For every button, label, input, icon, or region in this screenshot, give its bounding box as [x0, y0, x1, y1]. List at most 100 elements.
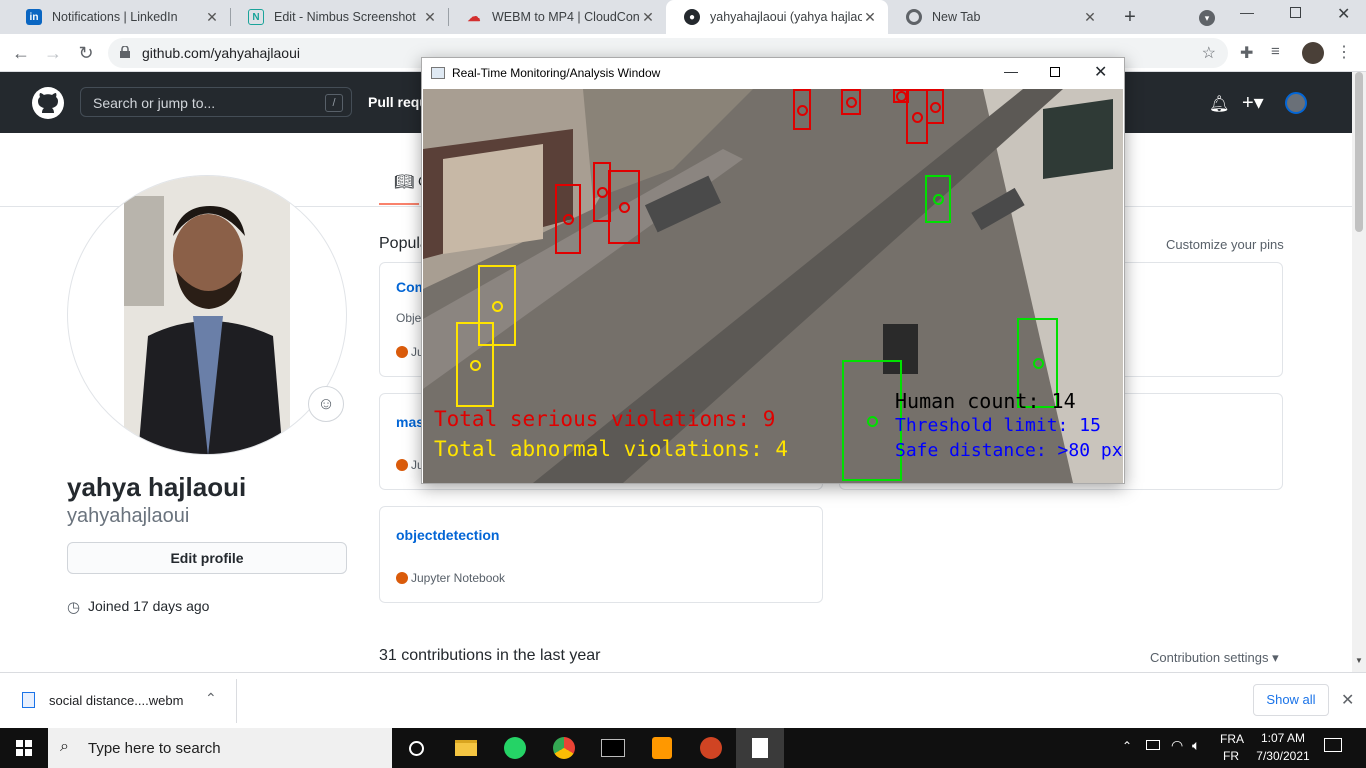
language-color-dot — [396, 459, 408, 471]
tab-title: Edit - Nimbus Screenshot — [274, 10, 416, 24]
centroid-marker — [797, 104, 808, 116]
minimize-icon[interactable]: — — [1240, 4, 1254, 20]
repo-title-link[interactable]: objectdetection — [396, 527, 499, 543]
centroid-marker — [597, 187, 608, 198]
centroid-marker — [912, 111, 923, 123]
chrome-icon[interactable] — [540, 728, 588, 768]
clock-time[interactable]: 1:07 AM — [1258, 731, 1308, 745]
minimize-icon[interactable]: — — [1004, 63, 1018, 79]
language-label: Jupyter Notebook — [411, 571, 506, 585]
customize-pins-link[interactable]: Customize your pins — [1166, 237, 1284, 252]
lock-icon — [120, 46, 130, 58]
safe-person-box — [925, 175, 951, 223]
serious-violation-box — [926, 89, 944, 124]
battery-icon[interactable] — [1146, 740, 1160, 750]
tab-github[interactable]: ● yahyahajlaoui (yahya hajlaou ✕ — [666, 0, 888, 34]
user-avatar-icon[interactable] — [1285, 92, 1307, 114]
close-icon[interactable]: ✕ — [422, 9, 438, 26]
tab-linkedin[interactable]: in Notifications | LinkedIn ✕ — [8, 0, 230, 34]
bookmark-star-icon[interactable]: ☆ — [1202, 43, 1216, 63]
close-icon[interactable]: ✕ — [204, 9, 220, 26]
bell-icon[interactable]: 🔔︎ — [1209, 94, 1229, 114]
powerpoint-icon[interactable] — [687, 728, 735, 768]
forward-icon[interactable]: → — [42, 42, 64, 64]
nav-pull-requests[interactable]: Pull requ — [368, 94, 428, 110]
wifi-icon[interactable]: ◠ — [1171, 737, 1183, 754]
profile-avatar — [67, 175, 347, 455]
abnormal-violation-box — [456, 322, 494, 407]
book-icon: 📖︎ — [394, 174, 415, 191]
active-window-icon[interactable] — [736, 728, 784, 768]
file-explorer-icon[interactable] — [442, 728, 490, 768]
monitoring-window[interactable]: Real-Time Monitoring/Analysis Window — ✕ — [421, 57, 1125, 484]
windows-start-icon[interactable] — [0, 728, 48, 768]
close-icon[interactable]: ✕ — [1341, 690, 1354, 710]
linkedin-icon: in — [26, 9, 42, 25]
edit-profile-button[interactable]: Edit profile — [67, 542, 347, 574]
taskbar-search-box[interactable]: ⌕ Type here to search — [48, 728, 392, 768]
url-text: github.com/yahyahajlaoui — [142, 45, 300, 61]
create-new-icon[interactable]: +▾ — [1242, 90, 1264, 115]
contribution-settings-dropdown[interactable]: Contribution settings ▾ — [1150, 650, 1279, 666]
close-icon[interactable]: ✕ — [1094, 62, 1107, 82]
restore-icon[interactable] — [1290, 7, 1301, 18]
close-window-icon[interactable]: ✕ — [1337, 4, 1350, 24]
centroid-marker — [563, 214, 574, 225]
reload-icon[interactable]: ↻ — [75, 42, 97, 64]
close-icon[interactable]: ✕ — [640, 9, 656, 26]
tab-cloudconvert[interactable]: ☁ WEBM to MP4 | CloudConver ✕ — [448, 0, 666, 34]
input-language-bottom[interactable]: FR — [1223, 749, 1239, 763]
window-titlebar[interactable]: Real-Time Monitoring/Analysis Window — ✕ — [422, 58, 1124, 89]
tab-search-icon[interactable]: ▾ — [1199, 10, 1215, 26]
media-control-icon[interactable]: ≡ — [1271, 43, 1280, 60]
set-status-emoji-icon[interactable]: ☺ — [308, 386, 344, 422]
new-tab-plus-icon[interactable]: + — [1118, 5, 1142, 29]
tray-chevron-icon[interactable]: ⌃ — [1122, 739, 1132, 753]
input-language-top[interactable]: FRA — [1220, 732, 1244, 746]
task-view-icon[interactable] — [392, 728, 440, 768]
close-icon[interactable]: ✕ — [1082, 9, 1098, 26]
pinned-repo-card[interactable]: objectdetection Jupyter Notebook — [379, 506, 823, 603]
safe-person-box — [842, 360, 902, 481]
close-icon[interactable]: ✕ — [862, 9, 878, 26]
profile-avatar-icon[interactable] — [1302, 42, 1324, 64]
extensions-icon[interactable]: ✚ — [1240, 43, 1253, 63]
profile-login: yahyahajlaoui — [67, 505, 190, 527]
chrome-menu-icon[interactable]: ⋮ — [1336, 42, 1352, 62]
tab-new-tab[interactable]: New Tab ✕ — [888, 0, 1108, 34]
serious-violation-box — [555, 184, 581, 254]
chevron-up-icon[interactable]: ⌃ — [205, 690, 217, 707]
github-logo-icon[interactable] — [32, 87, 64, 119]
centroid-marker — [933, 194, 944, 205]
scroll-down-arrow-icon[interactable]: ▼ — [1355, 656, 1363, 665]
terminal-icon[interactable] — [589, 728, 637, 768]
show-all-button[interactable]: Show all — [1253, 684, 1329, 716]
abnormal-violations-text: Total abnormal violations: 4 — [434, 437, 789, 461]
safe-distance-text: Safe distance: >80 px — [895, 440, 1123, 461]
whatsapp-icon[interactable] — [491, 728, 539, 768]
notification-center-icon[interactable] — [1324, 738, 1342, 752]
github-search-input[interactable]: Search or jump to... / — [80, 87, 352, 117]
repo-language: Ju — [396, 458, 424, 472]
profile-name: yahya hajlaoui — [67, 472, 247, 502]
windows-taskbar: ⌕ Type here to search ⌃ ◠ 🔈︎ FRA FR 1:07… — [0, 728, 1366, 768]
download-filename[interactable]: social distance....webm — [49, 693, 183, 708]
centroid-marker — [470, 359, 481, 371]
maximize-icon[interactable] — [1050, 67, 1060, 77]
scrollbar-thumb[interactable] — [1355, 72, 1363, 232]
video-frame: Total serious violations: 9 Total abnorm… — [423, 89, 1123, 483]
centroid-marker — [619, 202, 630, 213]
serious-violation-box — [841, 89, 861, 115]
nimbus-icon: N — [248, 9, 264, 25]
download-divider — [236, 679, 237, 723]
sublime-text-icon[interactable] — [638, 728, 686, 768]
tab-nimbus[interactable]: N Edit - Nimbus Screenshot ✕ — [230, 0, 448, 34]
back-icon[interactable]: ← — [10, 42, 32, 64]
clock-icon: ◷ — [67, 599, 81, 616]
repo-title-link[interactable]: mas — [396, 414, 424, 430]
human-count-text: Human count: 14 — [895, 389, 1076, 413]
page-scrollbar[interactable]: ▼ — [1352, 72, 1366, 672]
clock-date[interactable]: 7/30/2021 — [1252, 749, 1314, 763]
volume-icon[interactable]: 🔈︎ — [1192, 737, 1200, 754]
serious-violation-box — [906, 89, 928, 144]
